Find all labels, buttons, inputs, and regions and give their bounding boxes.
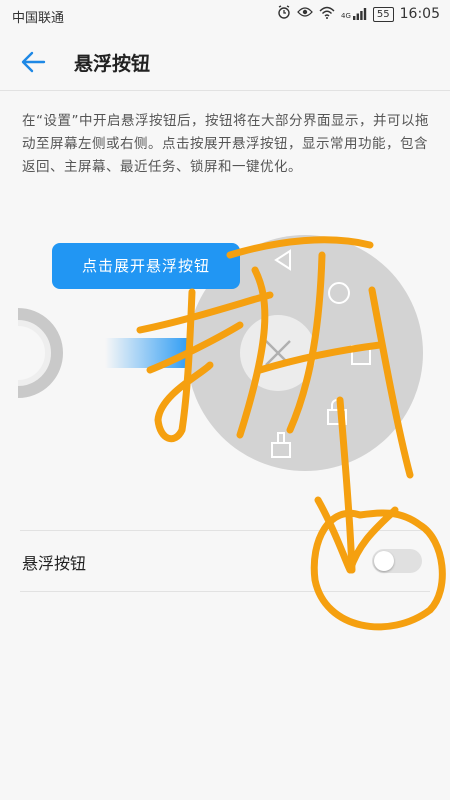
floating-button-illustration: 点击展开悬浮按钮 (0, 225, 450, 485)
battery-indicator: 55 (372, 6, 394, 22)
eye-icon (297, 6, 313, 22)
status-time: 16:05 (399, 6, 440, 22)
signal-icon: 4G (341, 8, 367, 20)
toggle-knob (374, 551, 394, 571)
alarm-icon (277, 5, 291, 23)
back-arrow-icon[interactable] (18, 46, 50, 78)
setting-label: 悬浮按钮 (22, 554, 87, 573)
page-title: 悬浮按钮 (74, 53, 151, 75)
floating-button-setting-row[interactable]: 悬浮按钮 (20, 530, 430, 592)
floating-button-toggle[interactable] (372, 549, 422, 573)
status-bar: 中国联通 4G 55 16:05 (0, 0, 450, 32)
expand-hint-bubble: 点击展开悬浮按钮 (52, 243, 240, 289)
carrier-label: 中国联通 (12, 11, 65, 26)
app-bar: 悬浮按钮 (0, 32, 450, 90)
header-divider (0, 90, 450, 91)
collapsed-floating-button-icon (17, 308, 63, 398)
wifi-icon (319, 6, 335, 23)
network-type: 4G (341, 12, 351, 20)
status-icons: 4G 55 16:05 (277, 5, 440, 23)
feature-description: 在“设置”中开启悬浮按钮后，按钮将在大部分界面显示，并可以拖动至屏幕左侧或右侧。… (22, 113, 429, 175)
